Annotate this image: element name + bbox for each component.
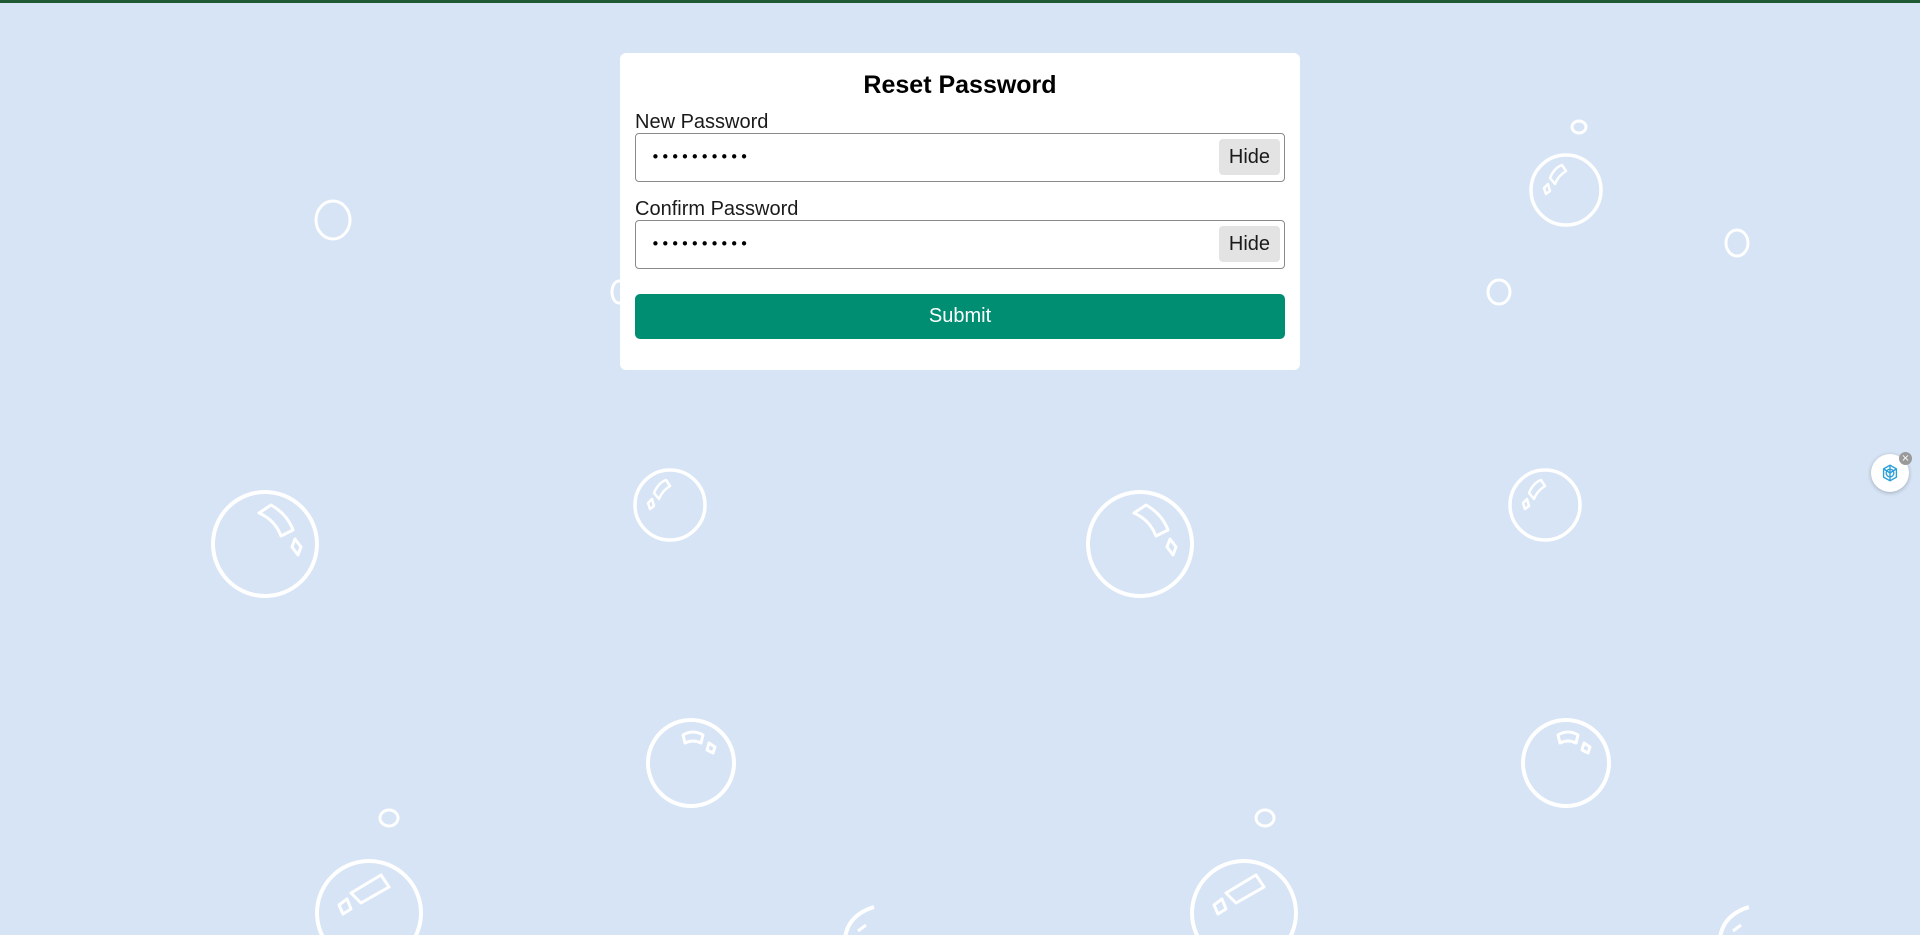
assistant-widget-button[interactable]: × bbox=[1871, 452, 1912, 492]
confirm-password-label: Confirm Password bbox=[635, 198, 799, 220]
openai-logo-icon bbox=[1882, 464, 1898, 482]
widget-close-icon[interactable]: × bbox=[1899, 452, 1912, 465]
new-password-input[interactable] bbox=[636, 134, 1196, 180]
new-password-label: New Password bbox=[635, 111, 769, 133]
reset-password-card: Reset Password New Password Hide Confirm… bbox=[620, 53, 1300, 370]
confirm-password-field: Hide bbox=[635, 220, 1285, 269]
new-password-field: Hide bbox=[635, 133, 1285, 182]
submit-button[interactable]: Submit bbox=[635, 294, 1285, 339]
confirm-password-hide-button[interactable]: Hide bbox=[1219, 226, 1280, 262]
new-password-hide-button[interactable]: Hide bbox=[1219, 139, 1280, 175]
confirm-password-input[interactable] bbox=[636, 221, 1196, 267]
page-title: Reset Password bbox=[863, 71, 1057, 99]
